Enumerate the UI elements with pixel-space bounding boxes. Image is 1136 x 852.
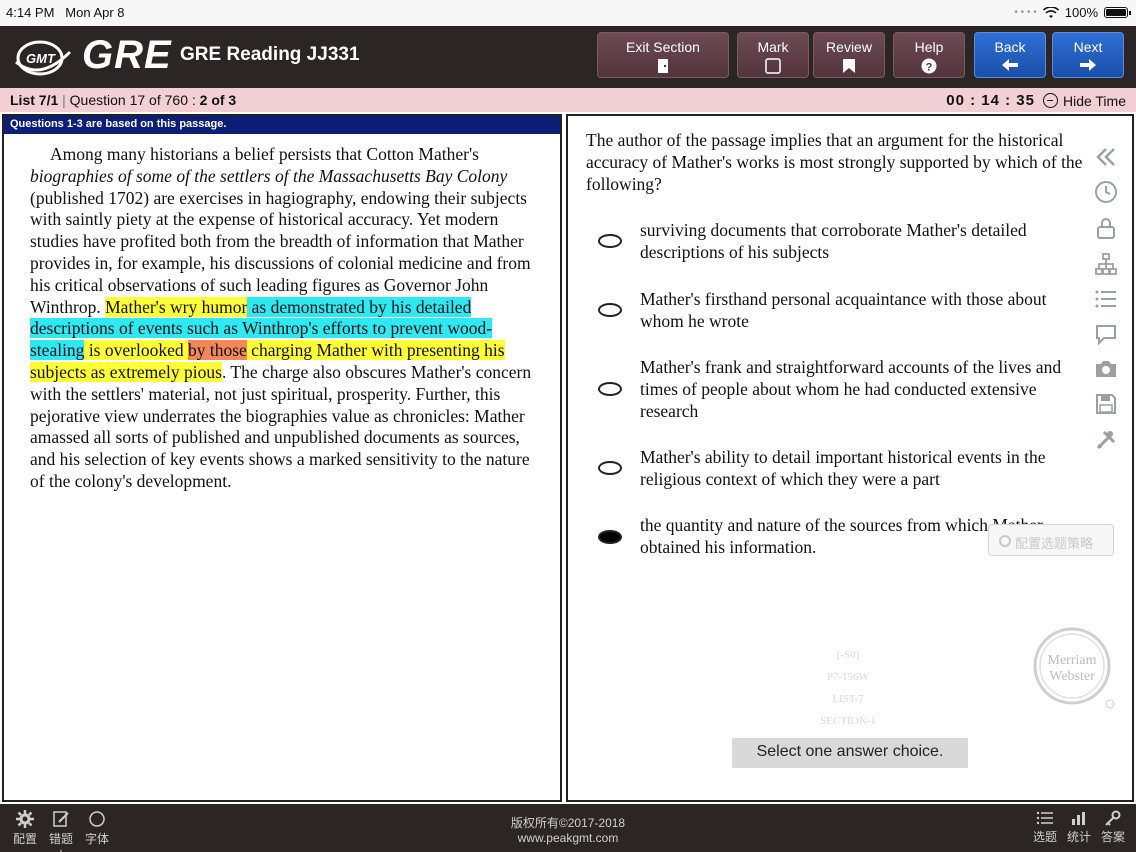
strategy-config-button[interactable]: 配置选题策略 (988, 524, 1114, 556)
comment-icon[interactable] (1094, 322, 1118, 346)
double-chevron-left-icon[interactable] (1094, 146, 1118, 168)
test-title: GRE Reading JJ331 (180, 44, 360, 65)
highlight-yellow[interactable]: is overlooked (84, 340, 188, 361)
key-icon (1105, 810, 1121, 826)
list-icon (1036, 811, 1053, 825)
signal-dots-icon: • • • • (1014, 7, 1037, 18)
svg-text:GMT: GMT (26, 51, 56, 66)
highlight-orange[interactable]: by those (187, 340, 247, 361)
passage-text[interactable]: Among many historians a belief persists … (4, 134, 560, 493)
svg-text:?: ? (926, 62, 933, 74)
watermark: [-S0] P7-156W LIST-7 SECTION-1 (820, 649, 876, 727)
battery-icon (1104, 7, 1131, 18)
arrow-left-icon (1002, 59, 1018, 71)
bookmark-icon (843, 59, 855, 73)
question-select-button[interactable]: 选题 (1030, 810, 1060, 845)
arrow-right-icon (1080, 59, 1096, 71)
status-right: • • • • 100% (1014, 5, 1131, 20)
radio-button[interactable] (598, 461, 622, 475)
hide-time-toggle[interactable]: Hide Time (1042, 93, 1126, 109)
radio-button[interactable] (598, 303, 622, 317)
passage-panel: Questions 1-3 are based on this passage.… (2, 114, 562, 802)
battery-percent: 100% (1064, 5, 1098, 20)
tools-icon[interactable] (1094, 428, 1118, 452)
checkbox-icon (765, 58, 781, 74)
question-prompt: The author of the passage implies that a… (586, 130, 1083, 194)
strategy-circle-icon (999, 535, 1011, 547)
svg-text:Webster: Webster (1049, 669, 1095, 684)
mark-button[interactable]: Mark (737, 32, 809, 78)
highlight-yellow[interactable]: Mather's wry humor (105, 296, 248, 317)
select-instruction: Select one answer choice. (732, 738, 968, 768)
list-icon[interactable] (1094, 288, 1118, 310)
back-button[interactable]: Back (974, 32, 1046, 78)
radio-button-selected[interactable] (598, 530, 622, 544)
svg-text:Merriam: Merriam (1048, 653, 1097, 668)
exit-section-button[interactable]: Exit Section (597, 32, 729, 78)
wifi-icon (1042, 6, 1059, 18)
statistics-button[interactable]: 统计 (1064, 810, 1094, 845)
side-toolbar (1094, 146, 1124, 464)
bottom-bar: 配置 错题本 字体 版权所有©2017-2018 www.peakgmt.com… (0, 804, 1136, 852)
info-bar: List 7/1 | Question 17 of 760 : 2 of 3 0… (0, 88, 1136, 112)
radio-button[interactable] (598, 382, 622, 396)
question-position: List 7/1 | Question 17 of 760 : 2 of 3 (10, 92, 237, 108)
clock-icon[interactable] (1094, 180, 1118, 204)
timer-area: 00 : 14 : 35 Hide Time (946, 92, 1126, 109)
status-bar: 4:14 PM Mon Apr 8 • • • • 100% (0, 0, 1136, 26)
app-header: GMT GRE GRE Reading JJ331 Exit Section M… (0, 26, 1136, 88)
bar-chart-icon (1072, 812, 1085, 825)
minus-circle-icon (1042, 93, 1058, 108)
gmt-logo-icon: GMT (15, 40, 72, 76)
merriam-webster-logo: Merriam Webster (1033, 627, 1115, 709)
radio-button[interactable] (598, 234, 622, 248)
status-time: 4:14 PM Mon Apr 8 (6, 5, 125, 20)
next-button[interactable]: Next (1052, 32, 1124, 78)
review-button[interactable]: Review (813, 32, 885, 78)
timer: 00 : 14 : 35 (946, 92, 1035, 109)
hierarchy-icon[interactable] (1094, 252, 1118, 276)
lock-icon[interactable] (1094, 216, 1118, 240)
passage-note: Questions 1-3 are based on this passage. (4, 116, 560, 134)
copyright: 版权所有©2017-2018 www.peakgmt.com (510, 816, 626, 845)
exit-door-icon (658, 59, 668, 73)
bottom-right-tools: 选题 统计 答案 (1030, 810, 1128, 845)
question-panel: The author of the passage implies that a… (566, 114, 1134, 802)
answer-button[interactable]: 答案 (1098, 810, 1128, 845)
help-button[interactable]: Help ? (893, 32, 965, 78)
brand-gre: GRE (82, 33, 172, 77)
question-circle-icon: ? (921, 58, 937, 74)
camera-icon[interactable] (1094, 358, 1118, 380)
save-disk-icon[interactable] (1094, 392, 1118, 416)
